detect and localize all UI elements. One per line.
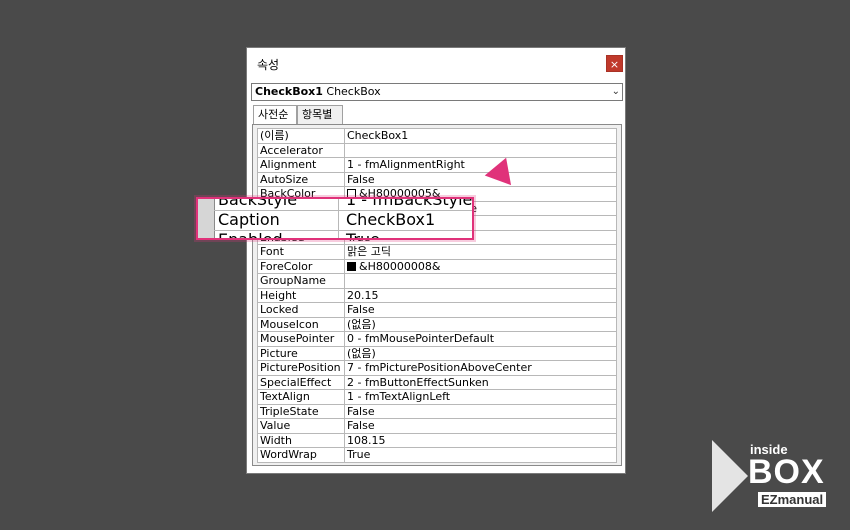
zoom-prop-name: Caption	[218, 210, 280, 229]
property-value-text: &H80000008&	[359, 259, 441, 273]
property-row[interactable]: Accelerator	[257, 142, 617, 158]
logo-line3: EZmanual	[758, 492, 827, 507]
property-row[interactable]: WordWrap True	[257, 447, 617, 463]
zoom-row-backstyle: BackStyle 1 - fmBackStyle	[214, 197, 473, 211]
zoom-prop-value: 1 - fmBackStyle	[346, 197, 473, 209]
property-name: (이름)	[257, 128, 345, 144]
property-name: Locked	[257, 302, 345, 318]
property-name: MouseIcon	[257, 316, 345, 332]
property-value[interactable]: (없음)	[344, 316, 617, 332]
property-name: Value	[257, 418, 345, 434]
property-row[interactable]: Value False	[257, 418, 617, 434]
object-selector[interactable]: CheckBox1 CheckBox ⌄	[251, 83, 623, 101]
property-name: Font	[257, 244, 345, 260]
zoom-prop-name: Enabled	[218, 230, 283, 240]
property-name: Alignment	[257, 157, 345, 173]
property-name: Picture	[257, 345, 345, 361]
property-value[interactable]: &H80000008&	[344, 258, 617, 274]
property-value[interactable]: 2 - fmButtonEffectSunken	[344, 374, 617, 390]
property-value[interactable]: (없음)	[344, 345, 617, 361]
property-name: MousePointer	[257, 331, 345, 347]
property-value[interactable]: 0 - fmMousePointerDefault	[344, 331, 617, 347]
property-row[interactable]: AutoSize False	[257, 171, 617, 187]
property-name: Width	[257, 432, 345, 448]
property-value[interactable]: 1 - fmAlignmentRight	[344, 157, 617, 173]
property-value[interactable]: 108.15	[344, 432, 617, 448]
property-row[interactable]: Alignment 1 - fmAlignmentRight	[257, 157, 617, 173]
close-button[interactable]: ×	[606, 55, 623, 72]
chevron-down-icon[interactable]: ⌄	[612, 84, 620, 100]
property-value[interactable]: False	[344, 418, 617, 434]
properties-window: 속성 × CheckBox1 CheckBox ⌄ 사전순 항목별 (이름) Ch…	[246, 47, 626, 474]
property-row[interactable]: MousePointer 0 - fmMousePointerDefault	[257, 331, 617, 347]
property-row[interactable]: Locked False	[257, 302, 617, 318]
property-value[interactable]: CheckBox1	[344, 128, 617, 144]
property-name: TripleState	[257, 403, 345, 419]
property-row[interactable]: TripleState False	[257, 403, 617, 419]
property-value[interactable]	[344, 142, 617, 158]
property-value[interactable]: False	[344, 171, 617, 187]
property-row[interactable]: Height 20.15	[257, 287, 617, 303]
logo-shield-icon	[712, 440, 748, 512]
property-value[interactable]: 7 - fmPicturePositionAboveCenter	[344, 360, 617, 376]
property-row[interactable]: SpecialEffect 2 - fmButtonEffectSunken	[257, 374, 617, 390]
property-value[interactable]: False	[344, 302, 617, 318]
property-name: GroupName	[257, 273, 345, 289]
property-row[interactable]: Width 108.15	[257, 432, 617, 448]
property-value[interactable]: True	[344, 447, 617, 463]
property-grid-frame: (이름) CheckBox1 Accelerator Alignment 1 - fmA…	[252, 124, 622, 466]
color-swatch-icon	[347, 261, 356, 271]
property-row[interactable]: Font 맑은 고딕	[257, 244, 617, 260]
property-value[interactable]: 맑은 고딕	[344, 244, 617, 260]
zoom-row-enabled: Enabled True	[214, 230, 472, 240]
property-name: SpecialEffect	[257, 374, 345, 390]
property-name: ForeColor	[257, 258, 345, 274]
zoom-row-caption: Caption CheckBox1	[214, 210, 472, 231]
caption-zoom-callout: BackStyle 1 - fmBackStyle Caption CheckB…	[196, 197, 474, 240]
property-name: TextAlign	[257, 389, 345, 405]
zoom-prop-name: BackStyle	[218, 197, 298, 209]
logo-line2: BOX	[748, 453, 825, 491]
property-row[interactable]: (이름) CheckBox1	[257, 128, 617, 144]
window-title: 속성	[257, 58, 280, 72]
property-row[interactable]: Picture (없음)	[257, 345, 617, 361]
object-name: CheckBox1	[255, 85, 323, 98]
object-type: CheckBox	[326, 85, 381, 98]
property-grid: (이름) CheckBox1 Accelerator Alignment 1 - fmA…	[257, 128, 617, 463]
tab-categorized[interactable]: 항목별	[297, 105, 343, 124]
property-row[interactable]: PicturePosition 7 - fmPicturePositionAbov…	[257, 360, 617, 376]
property-row[interactable]: MouseIcon (없음)	[257, 316, 617, 332]
property-value[interactable]: 1 - fmTextAlignLeft	[344, 389, 617, 405]
property-value[interactable]: False	[344, 403, 617, 419]
property-row[interactable]: GroupName	[257, 273, 617, 289]
tab-alphabetic[interactable]: 사전순	[253, 105, 297, 124]
property-name: Accelerator	[257, 142, 345, 158]
property-value[interactable]	[344, 273, 617, 289]
zoom-row-header-strip	[198, 199, 215, 238]
property-value[interactable]: 20.15	[344, 287, 617, 303]
property-name: WordWrap	[257, 447, 345, 463]
zoom-prop-value: CheckBox1	[346, 210, 436, 229]
property-row[interactable]: TextAlign 1 - fmTextAlignLeft	[257, 389, 617, 405]
property-name: Height	[257, 287, 345, 303]
property-name: PicturePosition	[257, 360, 345, 376]
zoom-prop-value: True	[346, 230, 380, 240]
property-row[interactable]: ForeColor &H80000008&	[257, 258, 617, 274]
property-name: AutoSize	[257, 171, 345, 187]
insidebox-logo: inside BOX EZmanual	[712, 440, 832, 512]
